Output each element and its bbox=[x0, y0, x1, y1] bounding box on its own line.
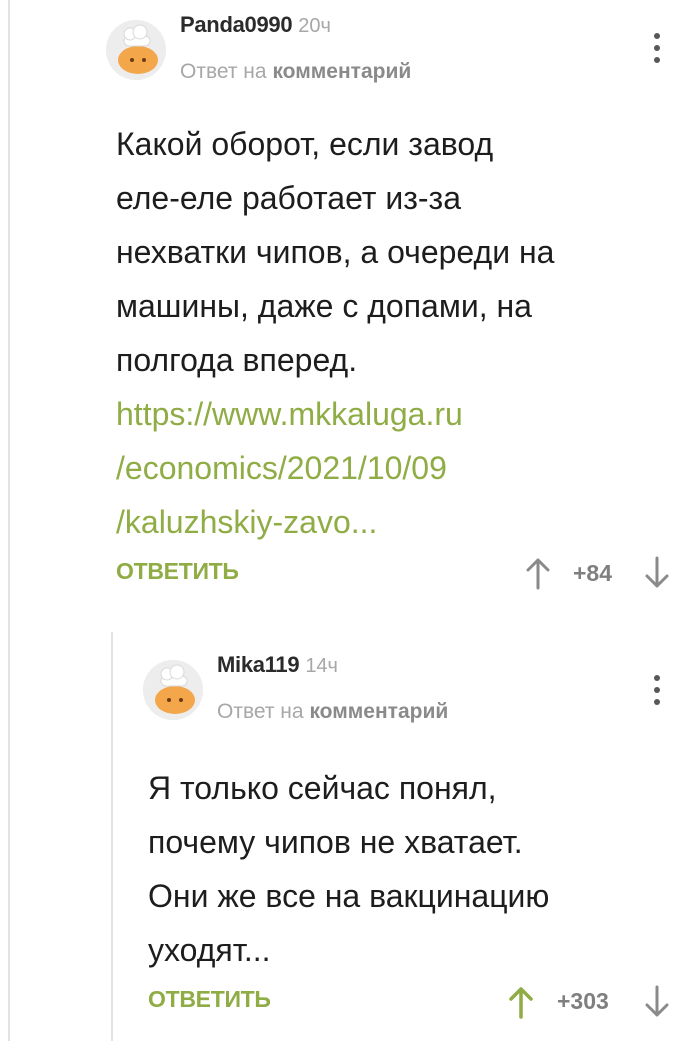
comment-text-line: почему чипов не хватает. bbox=[148, 824, 523, 860]
rating-score: +84 bbox=[573, 560, 613, 586]
comment-text-line: Они же все на вакцинацию bbox=[148, 878, 550, 914]
reply-target-link[interactable]: комментарий bbox=[272, 60, 411, 83]
comment-text-line: Я только сейчас понял, bbox=[148, 770, 497, 806]
timestamp: 20ч bbox=[298, 15, 331, 37]
rating-score: +303 bbox=[557, 988, 609, 1014]
reply-to-label: Ответ на комментарий bbox=[217, 700, 448, 724]
comment-reply: Mika119 14ч Ответ на комментарий Я только… bbox=[143, 640, 700, 1041]
comment-text-line: Какой оборот, если завод bbox=[116, 126, 494, 162]
arrow-down-icon[interactable] bbox=[643, 985, 671, 1019]
reply-to-label: Ответ на комментарий bbox=[180, 60, 411, 84]
reply-button[interactable]: ОТВЕТИТЬ bbox=[116, 558, 239, 585]
comment-text-line: нехватки чипов, а очереди на bbox=[116, 234, 555, 270]
comment-link[interactable]: https://www.mkkaluga.ru bbox=[116, 387, 676, 441]
comment-text-line: полгода вперед. bbox=[116, 342, 358, 378]
comment: Panda0990 20ч Ответ на комментарий Какой … bbox=[106, 0, 700, 620]
more-options-icon[interactable] bbox=[651, 33, 663, 69]
username[interactable]: Mika119 bbox=[217, 652, 300, 677]
comment-link[interactable]: /kaluzhskiy-zavo... bbox=[116, 495, 676, 549]
arrow-down-icon[interactable] bbox=[643, 556, 671, 590]
thread-line bbox=[8, 0, 10, 1041]
avatar[interactable] bbox=[143, 660, 203, 720]
comment-text-line: уходят... bbox=[148, 932, 271, 968]
arrow-up-icon[interactable] bbox=[507, 985, 535, 1019]
reply-prefix: Ответ на bbox=[180, 60, 267, 83]
comment-link[interactable]: /economics/2021/10/09 bbox=[116, 441, 676, 495]
reply-button[interactable]: ОТВЕТИТЬ bbox=[148, 986, 271, 1013]
comment-text: Я только сейчас понял, почему чипов не х… bbox=[148, 761, 668, 977]
arrow-up-icon[interactable] bbox=[524, 556, 552, 590]
username[interactable]: Panda0990 bbox=[180, 12, 293, 37]
comment-text: Какой оборот, если завод еле-еле работае… bbox=[116, 117, 676, 549]
avatar[interactable] bbox=[106, 20, 166, 80]
comment-text-line: машины, даже с допами, на bbox=[116, 288, 532, 324]
nested-thread-line bbox=[111, 632, 113, 1041]
reply-prefix: Ответ на bbox=[217, 700, 304, 723]
cook-avatar-icon bbox=[106, 20, 166, 80]
cook-avatar-icon bbox=[143, 660, 203, 720]
timestamp: 14ч bbox=[305, 655, 338, 677]
more-options-icon[interactable] bbox=[651, 675, 663, 711]
reply-target-link[interactable]: комментарий bbox=[309, 700, 448, 723]
comment-text-line: еле-еле работает из-за bbox=[116, 180, 462, 216]
